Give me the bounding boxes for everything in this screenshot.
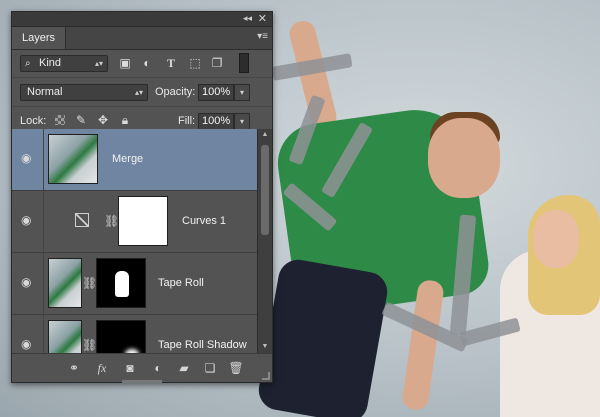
divider [43, 129, 44, 190]
layer-row-curves[interactable]: ◉ ⛓ Curves 1 [12, 191, 258, 253]
curves-adjustment-icon [75, 213, 89, 227]
filter-row: ⌕ Kind ▴▾ ▣ ◐ T ⬚ ❐ [12, 50, 272, 78]
layer-mask-thumbnail[interactable] [96, 258, 146, 308]
blend-mode-select[interactable]: Normal ▴▾ [20, 84, 148, 101]
blend-row: Normal ▴▾ Opacity: 100% ▾ [12, 78, 272, 107]
layer-thumbnail [48, 258, 82, 308]
type-filter-icon[interactable]: T [164, 56, 178, 70]
new-group-icon[interactable]: ▰ [176, 361, 192, 375]
link-chain-icon[interactable]: ⛓ [82, 338, 97, 352]
layer-name[interactable]: Tape Roll Shadow [158, 339, 247, 351]
lock-transparency-icon[interactable] [55, 115, 65, 125]
lock-all-icon[interactable]: 🔒︎ [118, 113, 132, 127]
scroll-down-icon[interactable]: ▼ [258, 341, 272, 353]
eye-icon[interactable]: ◉ [21, 276, 35, 288]
opacity-input[interactable]: 100% [198, 84, 234, 101]
layers-panel: ◂◂ ✕ Layers ▾≡ ⌕ Kind ▴▾ ▣ ◐ T ⬚ ❐ Norma… [11, 11, 273, 383]
delete-icon[interactable]: 🗑︎ [228, 361, 244, 375]
opacity-label: Opacity: [155, 86, 196, 98]
shape-filter-icon[interactable]: ⬚ [188, 56, 202, 70]
divider [43, 315, 44, 353]
footer-scroll-indicator [122, 380, 162, 383]
layers-list: ◉ Merge ◉ ⛓ Curves 1 ◉ ⛓ Tape Roll ◉ ⛓ T… [12, 129, 258, 353]
resize-grip[interactable] [262, 372, 270, 380]
smart-object-filter-icon[interactable]: ❐ [210, 56, 224, 70]
layer-row-tape-roll[interactable]: ◉ ⛓ Tape Roll [12, 253, 258, 315]
photo-girl-face [533, 210, 579, 268]
panel-footer: ⚭ fx ◙ ◐ ▰ ❏ 🗑︎ [12, 353, 272, 383]
panel-tabs: Layers ▾≡ [12, 27, 272, 50]
fill-dropdown-button[interactable]: ▾ [234, 113, 250, 130]
layer-mask-thumbnail[interactable] [118, 196, 168, 246]
new-layer-icon[interactable]: ❏ [202, 361, 218, 375]
photo-pants [255, 256, 391, 417]
filter-kind-select[interactable]: ⌕ Kind ▴▾ [20, 55, 108, 72]
add-mask-icon[interactable]: ◙ [122, 361, 138, 375]
double-chevron-icon[interactable]: ◂◂ [243, 13, 252, 24]
filter-kind-value: Kind [39, 57, 62, 69]
close-icon[interactable]: ✕ [258, 12, 267, 25]
panel-titlebar[interactable]: ◂◂ ✕ [12, 12, 272, 27]
layer-thumbnail [48, 320, 82, 353]
link-chain-icon[interactable]: ⛓ [82, 276, 97, 290]
lock-label: Lock: [20, 115, 47, 127]
eye-icon[interactable]: ◉ [21, 214, 35, 226]
lock-position-move-icon[interactable]: ✥ [96, 113, 110, 127]
opacity-dropdown-button[interactable]: ▾ [234, 84, 250, 101]
layer-row-tape-roll-shadow[interactable]: ◉ ⛓ Tape Roll Shadow [12, 315, 258, 353]
chevron-updown-icon: ▴▾ [94, 59, 103, 68]
divider [43, 253, 44, 314]
tab-layers[interactable]: Layers [12, 27, 66, 49]
mask-shape [115, 271, 129, 297]
filter-toggle[interactable] [239, 53, 249, 73]
link-chain-icon[interactable]: ⛓ [104, 214, 119, 228]
fill-label: Fill: [178, 115, 196, 127]
fill-input[interactable]: 100% [198, 113, 234, 130]
layer-name[interactable]: Tape Roll [158, 277, 204, 289]
scroll-up-icon[interactable]: ▲ [258, 129, 272, 141]
layer-name[interactable]: Curves 1 [182, 215, 226, 227]
scrollbar-thumb[interactable] [261, 145, 269, 235]
photo-head [428, 118, 500, 198]
search-icon: ⌕ [25, 58, 31, 69]
new-adjustment-icon[interactable]: ◐ [150, 361, 166, 375]
chevron-updown-icon: ▴▾ [134, 88, 143, 97]
fx-icon[interactable]: fx [94, 361, 110, 375]
layer-name[interactable]: Merge [112, 153, 143, 165]
adjustment-filter-icon[interactable]: ◐ [140, 56, 154, 70]
layer-thumbnail [48, 134, 98, 184]
divider [43, 191, 44, 252]
blend-mode-value: Normal [27, 86, 63, 98]
panel-menu-icon[interactable]: ▾≡ [257, 31, 268, 42]
eye-icon[interactable]: ◉ [21, 338, 35, 350]
image-filter-icon[interactable]: ▣ [118, 56, 132, 70]
layer-mask-thumbnail[interactable] [96, 320, 146, 353]
eye-icon[interactable]: ◉ [21, 152, 35, 164]
link-layers-icon[interactable]: ⚭ [66, 361, 82, 375]
layer-row-merge[interactable]: ◉ Merge [12, 129, 258, 191]
lock-pixels-brush-icon[interactable]: ✎ [74, 113, 88, 127]
layers-scrollbar[interactable]: ▲ ▼ [257, 129, 272, 353]
